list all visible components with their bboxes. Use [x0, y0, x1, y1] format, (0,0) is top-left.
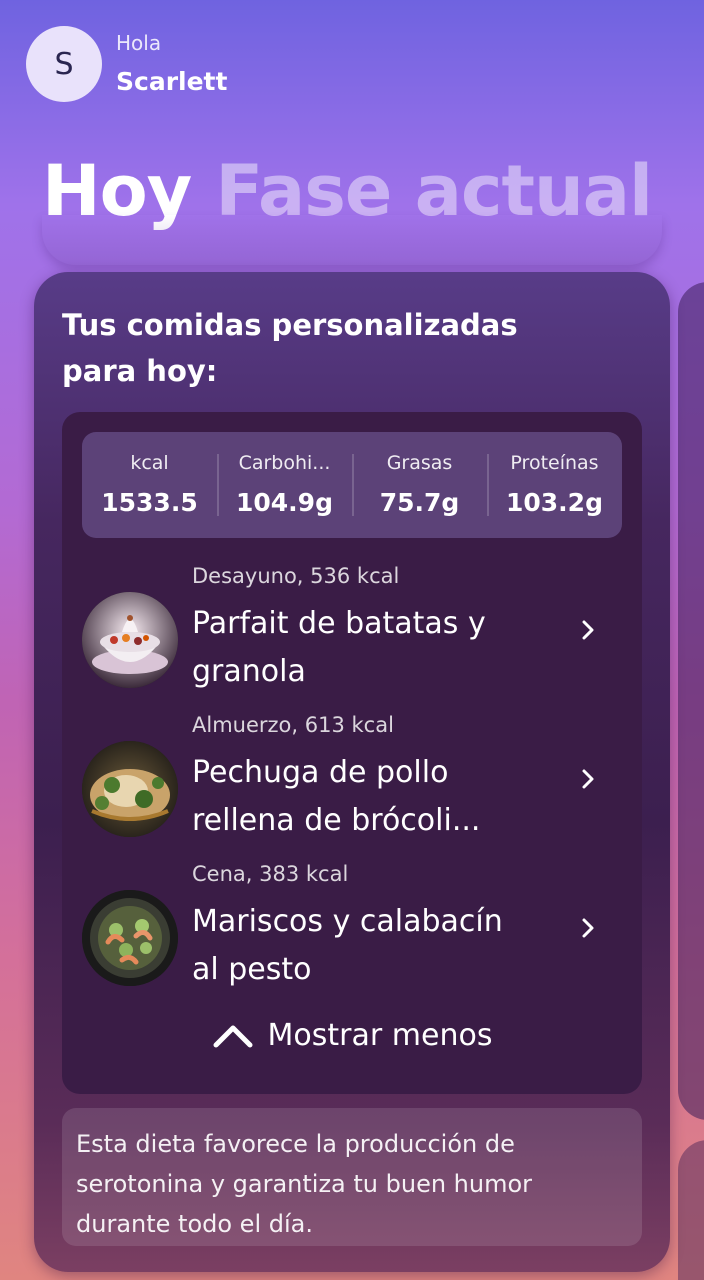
stacked-card-edge	[42, 215, 662, 265]
card-title: Tus comidas personalizadas para hoy:	[62, 308, 518, 388]
nutrition-summary: kcal 1533.5 Carbohi... 104.9g Grasas 75.…	[82, 432, 622, 538]
meal-name: Parfait de batatas y granola	[192, 606, 486, 689]
stat-label: Proteínas	[510, 452, 599, 474]
stat-label: Grasas	[386, 452, 453, 474]
stat-label: kcal	[130, 452, 169, 474]
chevron-right-icon	[574, 616, 602, 644]
stat-value: 104.9g	[236, 488, 333, 517]
meal-name: Pechuga de pollo rellena de brócoli...	[192, 755, 481, 838]
meal-plan-card: Tus comidas personalizadas para hoy: kca…	[34, 272, 670, 1272]
stat-value: 1533.5	[101, 488, 198, 517]
avatar[interactable]: S	[26, 26, 102, 102]
parfait-photo-icon	[82, 592, 178, 688]
show-less-label: Mostrar menos	[267, 1018, 493, 1053]
chevron-right-icon	[574, 914, 602, 942]
user-header: S Hola Scarlett	[26, 26, 227, 102]
meal-item-breakfast[interactable]: Desayuno, 536 kcal Parfait de batatas y …	[82, 564, 622, 704]
diet-note: Esta dieta favorece la producción de ser…	[62, 1108, 642, 1246]
meal-subtitle: Desayuno, 536 kcal	[192, 564, 400, 588]
stat-protein: Proteínas 103.2g	[487, 452, 622, 518]
meal-subtitle: Cena, 383 kcal	[192, 862, 349, 886]
greeting-text: Hola	[116, 30, 162, 55]
stat-carbs: Carbohi... 104.9g	[217, 452, 352, 518]
meal-item-dinner[interactable]: Cena, 383 kcal Mariscos y calabacín al p…	[82, 862, 622, 1002]
meal-item-lunch[interactable]: Almuerzo, 613 kcal Pechuga de pollo rell…	[82, 713, 622, 853]
greeting-block: Hola Scarlett	[116, 30, 228, 96]
meal-list-panel: kcal 1533.5 Carbohi... 104.9g Grasas 75.…	[62, 412, 642, 1094]
show-less-button[interactable]: Mostrar menos	[62, 1018, 642, 1053]
meal-subtitle: Almuerzo, 613 kcal	[192, 713, 394, 737]
stat-label: Carbohi...	[238, 452, 331, 474]
next-card-peek[interactable]	[678, 282, 704, 1120]
user-name: Scarlett	[116, 66, 228, 96]
chevron-right-icon	[574, 765, 602, 793]
chevron-up-icon	[213, 1025, 253, 1047]
stat-value: 103.2g	[506, 488, 603, 517]
stuffed-chicken-photo-icon	[82, 741, 178, 837]
stat-fats: Grasas 75.7g	[352, 452, 487, 518]
stat-kcal: kcal 1533.5	[82, 452, 217, 518]
seafood-zucchini-photo-icon	[82, 890, 178, 986]
next-card-peek-lower[interactable]	[678, 1140, 704, 1280]
stat-value: 75.7g	[379, 488, 460, 517]
meal-name: Mariscos y calabacín al pesto	[192, 904, 503, 987]
